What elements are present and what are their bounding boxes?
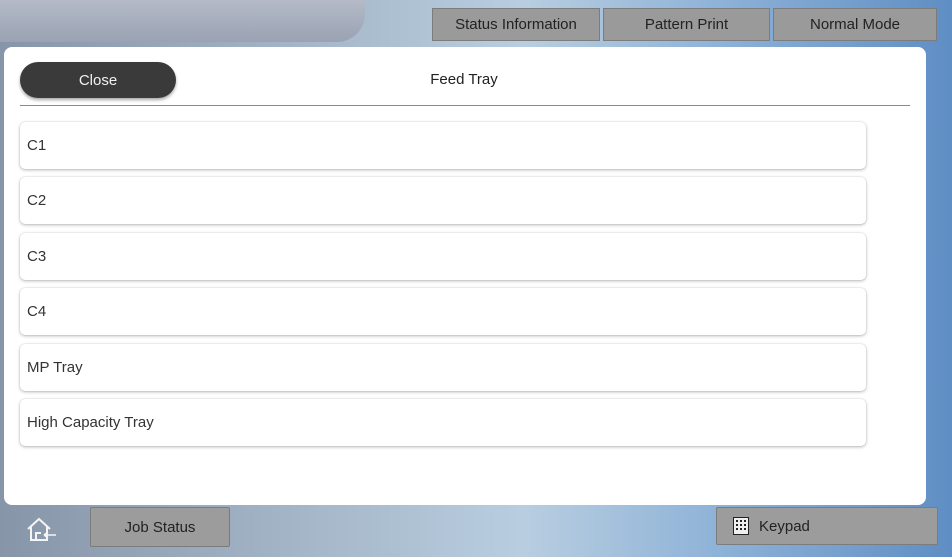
list-item-high-capacity-tray[interactable]: High Capacity Tray xyxy=(20,399,866,446)
list-item-c3[interactable]: C3 xyxy=(20,233,866,280)
keypad-icon xyxy=(733,517,749,535)
tab-pattern-print[interactable]: Pattern Print xyxy=(603,8,770,41)
keypad-label: Keypad xyxy=(759,517,810,535)
header-background xyxy=(0,0,365,42)
tab-status-information[interactable]: Status Information xyxy=(432,8,600,41)
job-status-button[interactable]: Job Status xyxy=(90,507,230,547)
list-item-c2[interactable]: C2 xyxy=(20,177,866,224)
page-title: Feed Tray xyxy=(430,71,498,88)
close-button[interactable]: Close xyxy=(20,62,176,98)
tab-normal-mode[interactable]: Normal Mode xyxy=(773,8,937,41)
list-item-c1[interactable]: C1 xyxy=(20,122,866,169)
home-icon xyxy=(27,517,56,541)
list-item-c4[interactable]: C4 xyxy=(20,288,866,335)
home-button[interactable] xyxy=(10,507,72,551)
list-item-mp-tray[interactable]: MP Tray xyxy=(20,344,866,391)
feed-tray-panel: Close Feed Tray C1 C2 C3 C4 MP Tray High… xyxy=(4,47,926,505)
divider xyxy=(20,105,910,106)
keypad-button[interactable]: Keypad xyxy=(716,507,938,545)
